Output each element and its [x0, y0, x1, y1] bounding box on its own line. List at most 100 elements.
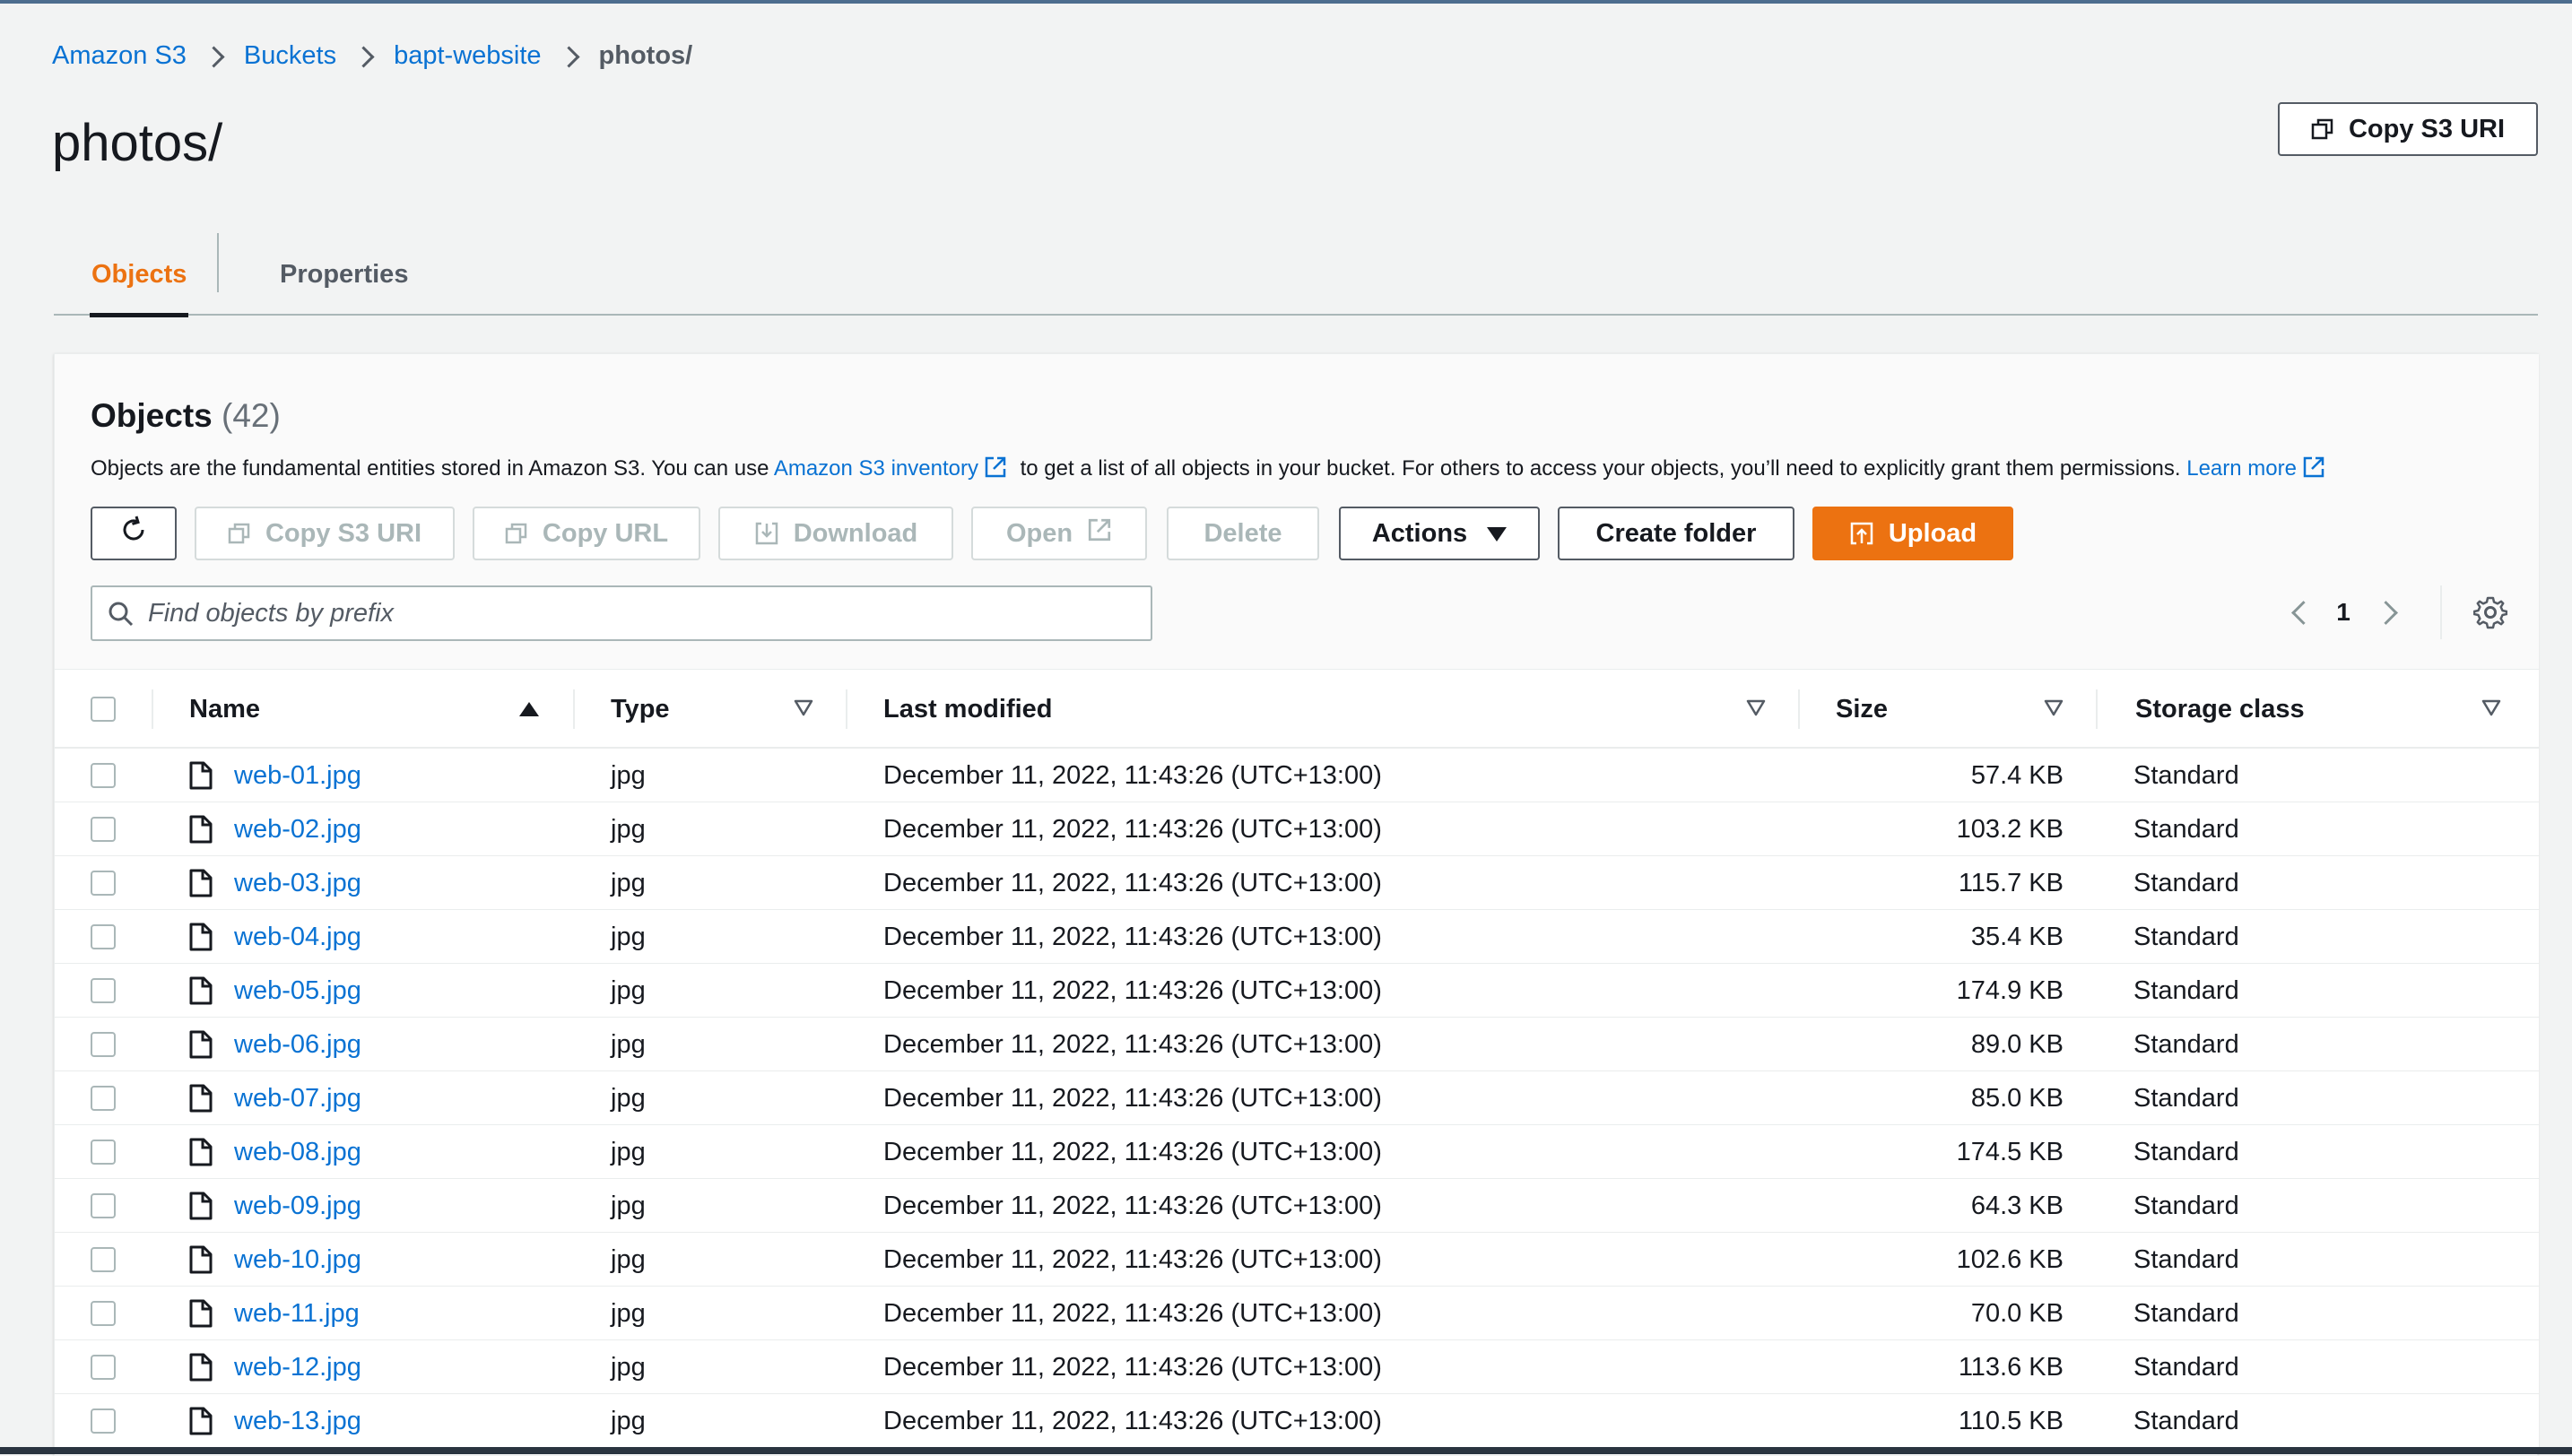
breadcrumb-buckets[interactable]: Buckets	[244, 41, 336, 71]
sort-caret-icon[interactable]	[794, 699, 813, 722]
select-all-checkbox[interactable]	[91, 697, 116, 722]
object-name-cell: web-01.jpg	[234, 749, 361, 802]
object-size-cell: 103.2 KB	[1956, 814, 2064, 844]
row-checkbox[interactable]	[91, 1193, 116, 1218]
delete-button[interactable]: Delete	[1167, 507, 1319, 560]
external-link-icon	[984, 455, 1007, 485]
object-name-link[interactable]: web-05.jpg	[234, 976, 361, 1006]
file-icon	[189, 1407, 213, 1440]
object-name-link[interactable]: web-12.jpg	[234, 1353, 361, 1382]
object-name-link[interactable]: web-03.jpg	[234, 869, 361, 898]
row-checkbox[interactable]	[91, 978, 116, 1003]
file-icon	[189, 1192, 213, 1225]
sort-ascending-icon[interactable]	[519, 702, 539, 716]
object-type-cell: jpg	[611, 1191, 646, 1220]
object-name-cell: web-07.jpg	[234, 1071, 361, 1125]
copy-s3-uri-toolbar-button[interactable]: Copy S3 URI	[195, 507, 455, 560]
row-checkbox[interactable]	[91, 871, 116, 896]
tab-properties[interactable]: Properties	[280, 233, 408, 316]
chevron-right-icon[interactable]	[2368, 593, 2408, 632]
table-row[interactable]: web-09.jpg jpg December 11, 2022, 11:43:…	[55, 1179, 2539, 1233]
object-name-link[interactable]: web-10.jpg	[234, 1245, 361, 1275]
object-name-link[interactable]: web-07.jpg	[234, 1084, 361, 1114]
table-row[interactable]: web-01.jpg jpg December 11, 2022, 11:43:…	[55, 749, 2539, 802]
objects-heading-title: Objects	[91, 397, 213, 434]
gear-icon[interactable]	[2467, 589, 2514, 636]
column-header-type[interactable]: Type	[611, 670, 670, 749]
refresh-icon	[118, 515, 149, 552]
row-checkbox[interactable]	[91, 1301, 116, 1326]
column-header-storage-class[interactable]: Storage class	[2135, 670, 2305, 749]
copy-url-button[interactable]: Copy URL	[473, 507, 700, 560]
copy-url-label: Copy URL	[542, 518, 669, 548]
select-all-cell	[91, 670, 116, 749]
object-name-link[interactable]: web-08.jpg	[234, 1138, 361, 1167]
table-row[interactable]: web-02.jpg jpg December 11, 2022, 11:43:…	[55, 802, 2539, 856]
row-checkbox[interactable]	[91, 1355, 116, 1380]
row-select-cell	[91, 1018, 116, 1071]
row-checkbox[interactable]	[91, 1140, 116, 1165]
column-header-size[interactable]: Size	[1836, 670, 1888, 749]
chevron-left-icon[interactable]	[2279, 593, 2318, 632]
object-type-cell: jpg	[611, 975, 646, 1005]
sort-caret-icon[interactable]	[1746, 699, 1766, 722]
objects-panel: Objects (42) Objects are the fundamental…	[54, 353, 2539, 1456]
object-size-cell: 57.4 KB	[1970, 760, 2064, 790]
row-checkbox[interactable]	[91, 1032, 116, 1057]
open-button[interactable]: Open	[971, 507, 1147, 560]
table-row[interactable]: web-05.jpg jpg December 11, 2022, 11:43:…	[55, 964, 2539, 1018]
object-size-cell: 115.7 KB	[1958, 868, 2064, 897]
object-name-link[interactable]: web-04.jpg	[234, 923, 361, 952]
object-name-link[interactable]: web-13.jpg	[234, 1407, 361, 1436]
table-row[interactable]: web-11.jpg jpg December 11, 2022, 11:43:…	[55, 1287, 2539, 1340]
object-last-modified-cell: December 11, 2022, 11:43:26 (UTC+13:00)	[883, 1298, 1382, 1328]
search-input[interactable]	[146, 597, 1151, 629]
row-select-cell	[91, 802, 116, 856]
tab-objects[interactable]: Objects	[89, 233, 189, 317]
row-checkbox[interactable]	[91, 1086, 116, 1111]
sort-caret-icon[interactable]	[2044, 699, 2064, 722]
row-checkbox[interactable]	[91, 924, 116, 949]
table-row[interactable]: web-04.jpg jpg December 11, 2022, 11:43:…	[55, 910, 2539, 964]
row-checkbox[interactable]	[91, 1408, 116, 1434]
object-name-cell: web-11.jpg	[234, 1287, 360, 1340]
row-select-cell	[91, 1394, 116, 1448]
table-row[interactable]: web-06.jpg jpg December 11, 2022, 11:43:…	[55, 1018, 2539, 1071]
table-row[interactable]: web-07.jpg jpg December 11, 2022, 11:43:…	[55, 1071, 2539, 1125]
row-checkbox[interactable]	[91, 817, 116, 842]
download-button[interactable]: Download	[718, 507, 953, 560]
breadcrumb-amazon-s3[interactable]: Amazon S3	[52, 41, 187, 71]
page-number[interactable]: 1	[2318, 598, 2368, 627]
object-name-link[interactable]: web-01.jpg	[234, 761, 361, 791]
actions-dropdown-button[interactable]: Actions	[1339, 507, 1540, 560]
row-select-cell	[91, 964, 116, 1018]
table-row[interactable]: web-03.jpg jpg December 11, 2022, 11:43:…	[55, 856, 2539, 910]
learn-more-link[interactable]: Learn more	[2186, 456, 2297, 481]
object-size-cell: 102.6 KB	[1956, 1244, 2064, 1274]
s3-inventory-link[interactable]: Amazon S3 inventory	[774, 456, 978, 481]
breadcrumb-bucket[interactable]: bapt-website	[394, 41, 541, 71]
object-name-link[interactable]: web-09.jpg	[234, 1192, 361, 1221]
object-name-link[interactable]: web-11.jpg	[234, 1299, 360, 1329]
refresh-button[interactable]	[91, 507, 177, 560]
object-name-link[interactable]: web-02.jpg	[234, 815, 361, 845]
search-icon	[107, 600, 135, 633]
object-name-cell: web-04.jpg	[234, 910, 361, 964]
column-header-name[interactable]: Name	[189, 670, 260, 749]
copy-s3-uri-label: Copy S3 URI	[2348, 114, 2506, 143]
upload-button[interactable]: Upload	[1812, 507, 2013, 560]
create-folder-button[interactable]: Create folder	[1558, 507, 1794, 560]
row-checkbox[interactable]	[91, 763, 116, 788]
table-row[interactable]: web-08.jpg jpg December 11, 2022, 11:43:…	[55, 1125, 2539, 1179]
copy-s3-uri-button[interactable]: Copy S3 URI	[2278, 102, 2538, 156]
object-name-link[interactable]: web-06.jpg	[234, 1030, 361, 1060]
copy-icon	[505, 522, 528, 545]
table-row[interactable]: web-12.jpg jpg December 11, 2022, 11:43:…	[55, 1340, 2539, 1394]
sort-caret-icon[interactable]	[2481, 699, 2501, 722]
table-row[interactable]: web-13.jpg jpg December 11, 2022, 11:43:…	[55, 1394, 2539, 1448]
column-header-last-modified[interactable]: Last modified	[883, 670, 1053, 749]
row-checkbox[interactable]	[91, 1247, 116, 1272]
chevron-right-icon	[552, 43, 588, 70]
table-row[interactable]: web-10.jpg jpg December 11, 2022, 11:43:…	[55, 1233, 2539, 1287]
object-name-cell: web-08.jpg	[234, 1125, 361, 1179]
